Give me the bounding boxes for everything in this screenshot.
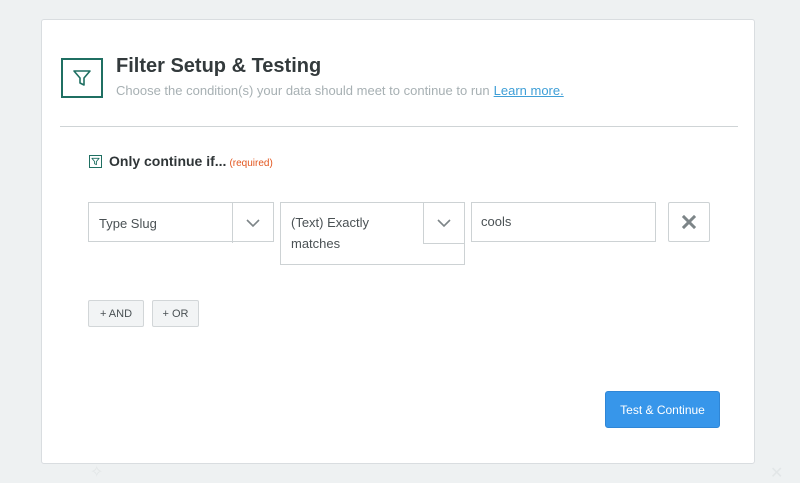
operator-select[interactable]: (Text) Exactly matches [280,202,465,265]
field-select-value: Type Slug [99,216,157,231]
operator-line-1: (Text) Exactly [291,215,370,230]
subtitle-text: Choose the condition(s) your data should… [116,83,490,98]
divider [60,126,738,127]
background-decoration: ✧ [90,464,104,481]
page-subtitle: Choose the condition(s) your data should… [116,83,564,98]
close-icon [682,215,696,229]
learn-more-link[interactable]: Learn more. [494,83,564,98]
value-input[interactable]: cools [471,202,656,242]
background-decoration: ✕ [770,465,784,482]
section-label-text: Only continue if... [109,153,227,169]
operator-line-2: matches [291,236,341,251]
add-and-button[interactable]: + AND [88,300,144,327]
operator-select-value: (Text) Exactly matches [291,212,369,254]
chevron-down-icon[interactable] [423,203,464,244]
field-select[interactable]: Type Slug [88,202,274,243]
add-or-button[interactable]: + OR [152,300,199,327]
delete-condition-button[interactable] [668,202,710,242]
chevron-down-icon[interactable] [232,203,273,243]
filter-setup-card: Filter Setup & Testing Choose the condit… [41,19,755,464]
section-label: Only continue if... (required) [109,153,273,169]
required-badge: (required) [229,158,273,169]
test-continue-button[interactable]: Test & Continue [605,391,720,428]
filter-icon [61,58,103,98]
filter-icon [89,155,102,168]
page-title: Filter Setup & Testing [116,55,322,77]
